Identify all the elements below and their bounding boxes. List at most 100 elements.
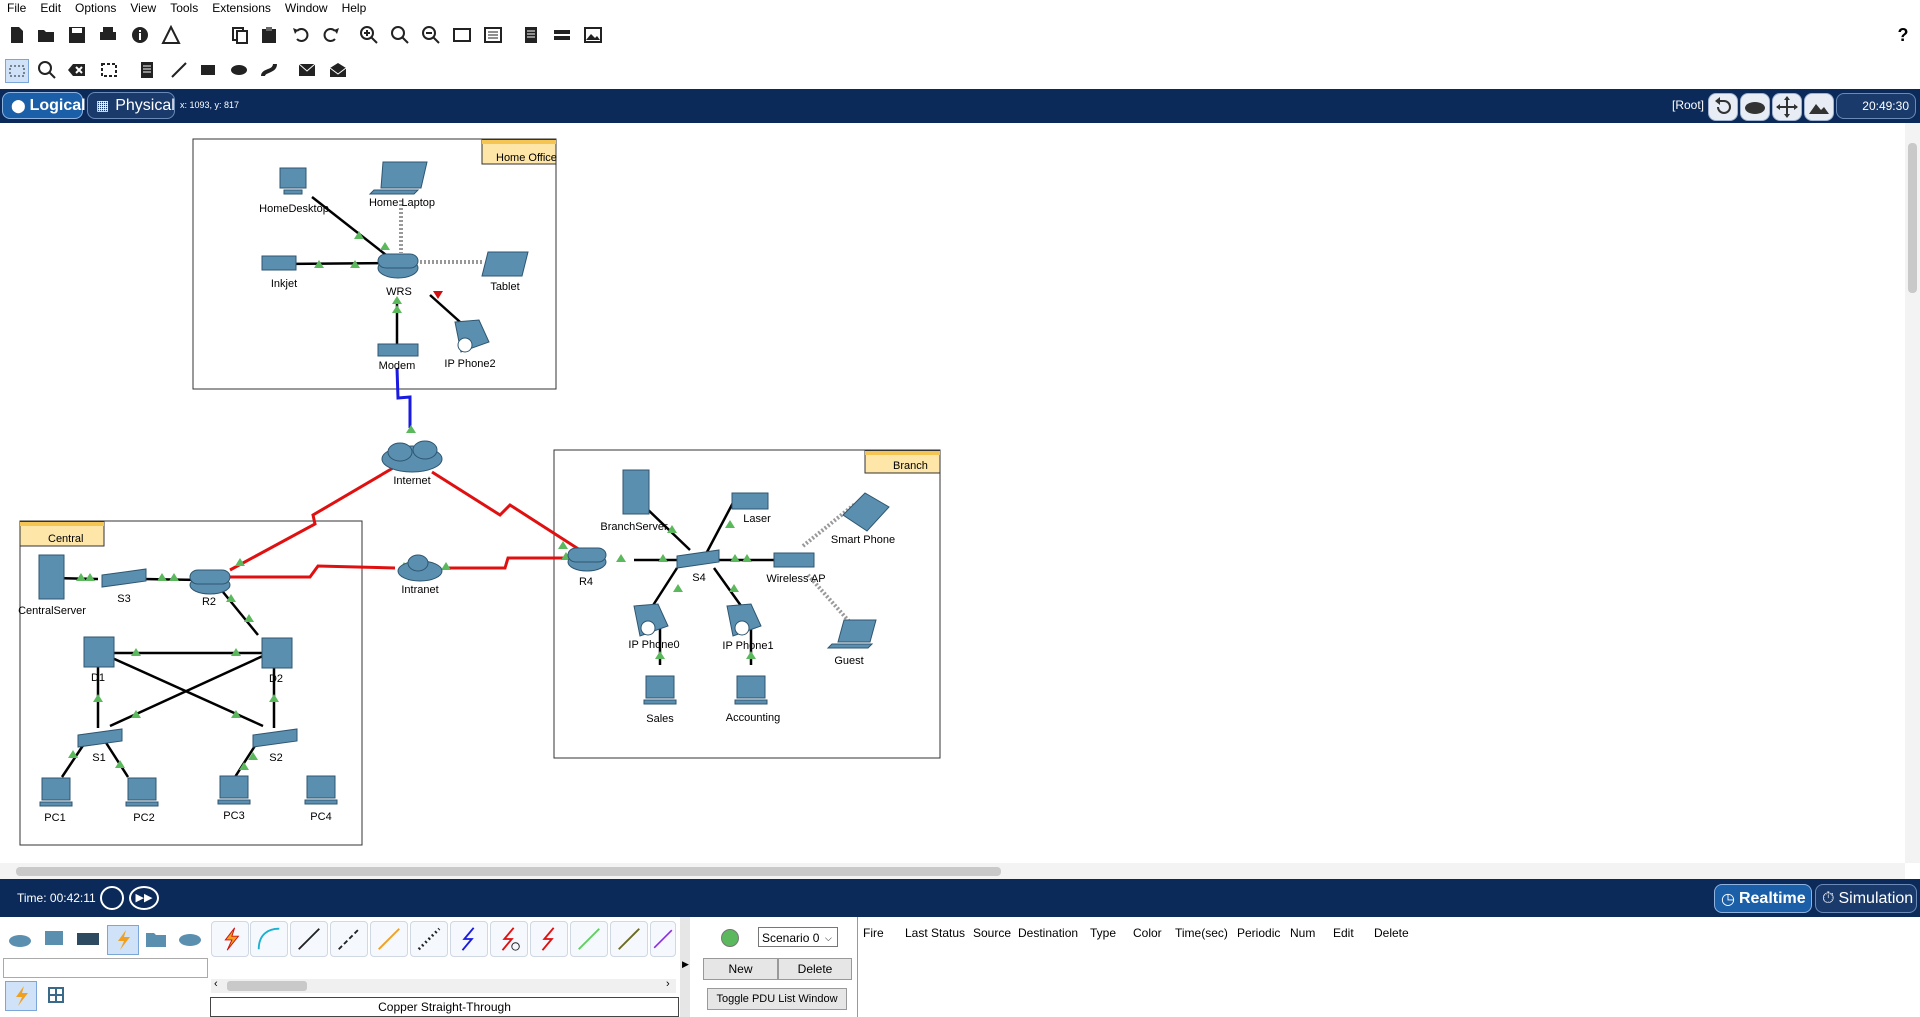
device-tablet[interactable] (481, 251, 529, 277)
device-search-field[interactable] (3, 958, 208, 978)
info-icon[interactable] (129, 24, 151, 46)
tab-physical[interactable]: ▦ Physical (87, 92, 175, 119)
cable-serial-dce-icon[interactable] (490, 921, 528, 957)
paste-icon[interactable] (258, 24, 280, 46)
device-pc1[interactable] (39, 777, 73, 807)
draw-line-icon[interactable] (168, 59, 190, 81)
vertical-scrollbar[interactable] (1905, 123, 1920, 863)
grid-icon[interactable] (41, 981, 71, 1009)
freeform-icon[interactable] (258, 59, 280, 81)
menu-edit[interactable]: Edit (33, 0, 68, 16)
back-icon[interactable] (1708, 93, 1738, 121)
tab-logical[interactable]: ⬤ Logical (2, 92, 86, 119)
device-d2[interactable] (261, 637, 293, 669)
cable-scroll-thumb[interactable] (227, 981, 307, 991)
cable-console-icon[interactable] (250, 921, 288, 957)
device-internet[interactable] (381, 440, 443, 473)
redo-icon[interactable] (320, 24, 342, 46)
open-folder-icon[interactable] (35, 24, 57, 46)
network-devices-icon[interactable] (5, 925, 35, 953)
cable-coaxial-icon[interactable] (450, 921, 488, 957)
device-intranet[interactable] (397, 554, 443, 582)
scroll-left-icon[interactable]: ‹ (214, 978, 218, 990)
new-file-icon[interactable] (6, 24, 28, 46)
components-icon[interactable] (73, 925, 103, 953)
inspect-icon[interactable] (36, 59, 58, 81)
help-button[interactable]: ? (1892, 24, 1914, 46)
copy-icon[interactable] (229, 24, 251, 46)
device-s4[interactable] (676, 549, 720, 569)
menu-view[interactable]: View (123, 0, 163, 16)
auto-connection-icon[interactable] (5, 981, 37, 1011)
device-wrs[interactable] (377, 253, 419, 279)
menu-file[interactable]: File (0, 0, 33, 16)
device-ip-phone2[interactable] (454, 319, 490, 353)
device-home-desktop[interactable] (279, 167, 307, 195)
realtime-mode-button[interactable]: ◷ Realtime (1714, 884, 1812, 913)
save-icon[interactable] (66, 24, 88, 46)
cable-phone-icon[interactable] (410, 921, 448, 957)
place-note-icon[interactable] (136, 59, 158, 81)
resize-icon[interactable] (98, 59, 120, 81)
device-d1[interactable] (83, 636, 115, 668)
device-modem[interactable] (377, 343, 419, 357)
activity-wizard-icon[interactable] (160, 24, 182, 46)
device-r2[interactable] (189, 569, 231, 595)
notes-icon[interactable] (520, 24, 542, 46)
end-devices-icon[interactable] (39, 925, 69, 953)
new-scenario-button[interactable]: New (703, 958, 778, 980)
device-ip-phone1[interactable] (726, 603, 762, 637)
cable-straight-through-icon[interactable] (290, 921, 328, 957)
cable-automatic-icon[interactable] (211, 921, 249, 957)
fast-forward-icon[interactable]: ▶▶ (129, 886, 159, 910)
device-laser[interactable] (731, 492, 769, 510)
vertical-scroll-thumb[interactable] (1908, 143, 1917, 293)
horizontal-scroll-thumb[interactable] (16, 867, 1001, 876)
cluster-cloud-icon[interactable] (1740, 93, 1770, 121)
device-icon[interactable] (551, 24, 573, 46)
menu-extensions[interactable]: Extensions (205, 0, 278, 16)
device-guest[interactable] (826, 619, 877, 649)
scroll-right-icon[interactable]: › (666, 978, 670, 990)
cable-crossover-icon[interactable] (330, 921, 368, 957)
collapse-arrow-icon[interactable]: ▶ (682, 959, 689, 970)
cable-serial-dte-icon[interactable] (530, 921, 568, 957)
device-wireless-ap[interactable] (773, 552, 815, 568)
device-ip-phone0[interactable] (633, 603, 669, 637)
simulation-mode-button[interactable]: ⏱ Simulation (1815, 884, 1917, 913)
miscellaneous-icon[interactable] (141, 925, 171, 953)
device-branch-server[interactable] (622, 469, 650, 515)
simple-pdu-icon[interactable] (296, 59, 318, 81)
zoom-in-icon[interactable] (358, 24, 380, 46)
power-cycle-icon[interactable] (100, 886, 124, 910)
horizontal-scrollbar[interactable] (0, 863, 1905, 879)
window-icon[interactable] (451, 24, 473, 46)
logical-workspace[interactable]: Home Office Branch Central HomeDesktop H… (0, 123, 1905, 863)
undo-icon[interactable] (290, 24, 312, 46)
device-inkjet[interactable] (261, 255, 297, 271)
palette-icon[interactable] (482, 24, 504, 46)
select-tool-icon[interactable] (5, 59, 29, 83)
device-pc2[interactable] (125, 777, 159, 807)
cable-scrollbar[interactable]: ‹ › (211, 978, 676, 993)
cable-fiber-icon[interactable] (370, 921, 408, 957)
device-s1[interactable] (77, 728, 123, 748)
cable-octal-icon[interactable] (570, 921, 608, 957)
device-pc3[interactable] (217, 775, 251, 805)
panel-divider[interactable]: ▶ (680, 917, 690, 1017)
device-home-laptop[interactable] (368, 161, 428, 195)
device-accounting[interactable] (734, 675, 768, 705)
device-s2[interactable] (252, 728, 298, 748)
complex-pdu-icon[interactable] (327, 59, 349, 81)
device-smart-phone[interactable] (842, 492, 890, 532)
print-icon[interactable] (97, 24, 119, 46)
cable-iot-icon[interactable] (610, 921, 648, 957)
cable-usb-icon[interactable] (650, 921, 676, 957)
move-object-icon[interactable] (1772, 93, 1802, 121)
device-sales[interactable] (643, 675, 677, 705)
delete-scenario-button[interactable]: Delete (778, 958, 852, 980)
delete-icon[interactable] (66, 59, 88, 81)
device-pc4[interactable] (304, 775, 338, 805)
multiuser-icon[interactable] (175, 925, 205, 953)
menu-options[interactable]: Options (68, 0, 123, 16)
